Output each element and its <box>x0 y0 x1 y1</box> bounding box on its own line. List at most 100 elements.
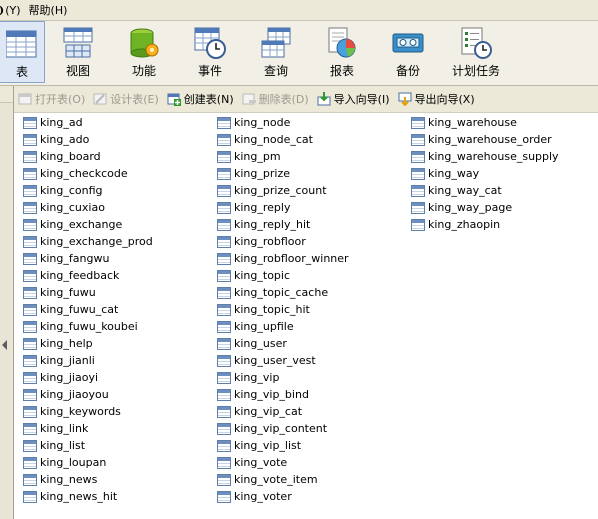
toolbar-query-button[interactable]: 查询 <box>243 21 309 83</box>
table-action-toolbar: 打开表(O) 设计表(E) 创建表(N) 删除表(D) 导入向导(I) 导出向导… <box>14 86 598 113</box>
table-item[interactable]: king_jiaoyi <box>23 369 153 386</box>
collapse-arrow-icon[interactable] <box>2 340 7 350</box>
table-name: king_robfloor <box>234 235 306 248</box>
table-item[interactable]: king_topic_cache <box>217 284 349 301</box>
table-item[interactable]: king_user <box>217 335 349 352</box>
table-icon <box>217 167 231 180</box>
table-item[interactable]: king_reply <box>217 199 349 216</box>
table-item[interactable]: king_node <box>217 114 349 131</box>
table-name: king_news_hit <box>40 490 118 503</box>
table-item[interactable]: king_user_vest <box>217 352 349 369</box>
table-item[interactable]: king_fuwu_cat <box>23 301 153 318</box>
table-item[interactable]: king_fuwu_koubei <box>23 318 153 335</box>
toolbar-backup-button[interactable]: 备份 <box>375 21 441 83</box>
toolbar-tables-button[interactable]: 表 <box>0 21 45 83</box>
table-item[interactable]: king_vip_bind <box>217 386 349 403</box>
table-item[interactable]: king_board <box>23 148 153 165</box>
table-name: king_ad <box>40 116 83 129</box>
table-name: king_topic_hit <box>234 303 310 316</box>
table-item[interactable]: king_vip_cat <box>217 403 349 420</box>
table-item[interactable]: king_prize_count <box>217 182 349 199</box>
table-item[interactable]: king_topic_hit <box>217 301 349 318</box>
table-name: king_topic_cache <box>234 286 329 299</box>
open-table-button[interactable]: 打开表(O) <box>14 88 89 110</box>
toolbar-reports-button[interactable]: 报表 <box>309 21 375 83</box>
table-item[interactable]: king_way_page <box>411 199 559 216</box>
table-item[interactable]: king_fuwu <box>23 284 153 301</box>
table-grid-icon <box>6 30 37 58</box>
table-item[interactable]: king_checkcode <box>23 165 153 182</box>
table-item[interactable]: king_fangwu <box>23 250 153 267</box>
table-icon <box>23 286 37 299</box>
table-item[interactable]: king_cuxiao <box>23 199 153 216</box>
table-item[interactable]: king_jiaoyou <box>23 386 153 403</box>
table-item[interactable]: king_vip_list <box>217 437 349 454</box>
table-name: king_fuwu_koubei <box>40 320 138 333</box>
table-name: king_loupan <box>40 456 107 469</box>
table-item[interactable]: king_vote_item <box>217 471 349 488</box>
table-item[interactable]: king_node_cat <box>217 131 349 148</box>
create-table-button[interactable]: 创建表(N) <box>163 88 238 110</box>
left-panel-strip[interactable] <box>0 86 14 519</box>
table-item[interactable]: king_reply_hit <box>217 216 349 233</box>
table-item[interactable]: king_link <box>23 420 153 437</box>
table-list-column-3: king_warehouse king_warehouse_order king_w… <box>411 114 559 233</box>
table-item[interactable]: king_vote <box>217 454 349 471</box>
report-pie-icon <box>328 27 356 58</box>
table-item[interactable]: king_loupan <box>23 454 153 471</box>
table-item[interactable]: king_robfloor_winner <box>217 250 349 267</box>
menu-item-partial[interactable]: ❩(Y) <box>0 4 25 17</box>
table-name: king_jiaoyi <box>40 371 99 384</box>
table-item[interactable]: king_warehouse <box>411 114 559 131</box>
table-list: king_ad king_ado king_board king_checkcode k… <box>14 113 598 519</box>
table-item[interactable]: king_way_cat <box>411 182 559 199</box>
export-wizard-button[interactable]: 导出向导(X) <box>394 88 479 110</box>
table-icon <box>23 167 37 180</box>
table-item[interactable]: king_warehouse_order <box>411 131 559 148</box>
table-item[interactable]: king_help <box>23 335 153 352</box>
toolbar-label: 功能 <box>131 64 156 78</box>
table-icon <box>217 439 231 452</box>
table-item[interactable]: king_config <box>23 182 153 199</box>
table-item[interactable]: king_voter <box>217 488 349 505</box>
delete-table-icon <box>242 93 256 105</box>
table-item[interactable]: king_news <box>23 471 153 488</box>
table-item[interactable]: king_warehouse_supply <box>411 148 559 165</box>
table-item[interactable]: king_vip <box>217 369 349 386</box>
toolbar-schedule-button[interactable]: 计划任务 <box>441 21 511 83</box>
design-table-button[interactable]: 设计表(E) <box>89 88 163 110</box>
toolbar-events-button[interactable]: 事件 <box>177 21 243 83</box>
table-item[interactable]: king_zhaopin <box>411 216 559 233</box>
table-icon <box>23 252 37 265</box>
table-item[interactable]: king_way <box>411 165 559 182</box>
toolbar-label: 事件 <box>197 64 222 78</box>
table-item[interactable]: king_prize <box>217 165 349 182</box>
table-item[interactable]: king_list <box>23 437 153 454</box>
table-item[interactable]: king_news_hit <box>23 488 153 505</box>
table-item[interactable]: king_robfloor <box>217 233 349 250</box>
table-item[interactable]: king_ad <box>23 114 153 131</box>
table-item[interactable]: king_feedback <box>23 267 153 284</box>
table-item[interactable]: king_exchange <box>23 216 153 233</box>
table-item[interactable]: king_topic <box>217 267 349 284</box>
table-item[interactable]: king_exchange_prod <box>23 233 153 250</box>
import-wizard-button[interactable]: 导入向导(I) <box>313 88 394 110</box>
toolbar-views-button[interactable]: 视图 <box>45 21 111 83</box>
table-icon <box>217 269 231 282</box>
table-item[interactable]: king_keywords <box>23 403 153 420</box>
open-table-icon <box>18 93 32 105</box>
delete-table-button[interactable]: 删除表(D) <box>238 88 313 110</box>
table-icon <box>217 422 231 435</box>
toolbar-functions-button[interactable]: 功能 <box>111 21 177 83</box>
table-item[interactable]: king_upfile <box>217 318 349 335</box>
table-name: king_node <box>234 116 291 129</box>
table-icon <box>23 201 37 214</box>
table-item[interactable]: king_pm <box>217 148 349 165</box>
table-item[interactable]: king_vip_content <box>217 420 349 437</box>
table-item[interactable]: king_ado <box>23 131 153 148</box>
menu-item-help[interactable]: 帮助(H) <box>25 2 72 18</box>
table-icon <box>23 116 37 129</box>
table-name: king_vip <box>234 371 280 384</box>
table-item[interactable]: king_jianli <box>23 352 153 369</box>
table-icon <box>217 337 231 350</box>
